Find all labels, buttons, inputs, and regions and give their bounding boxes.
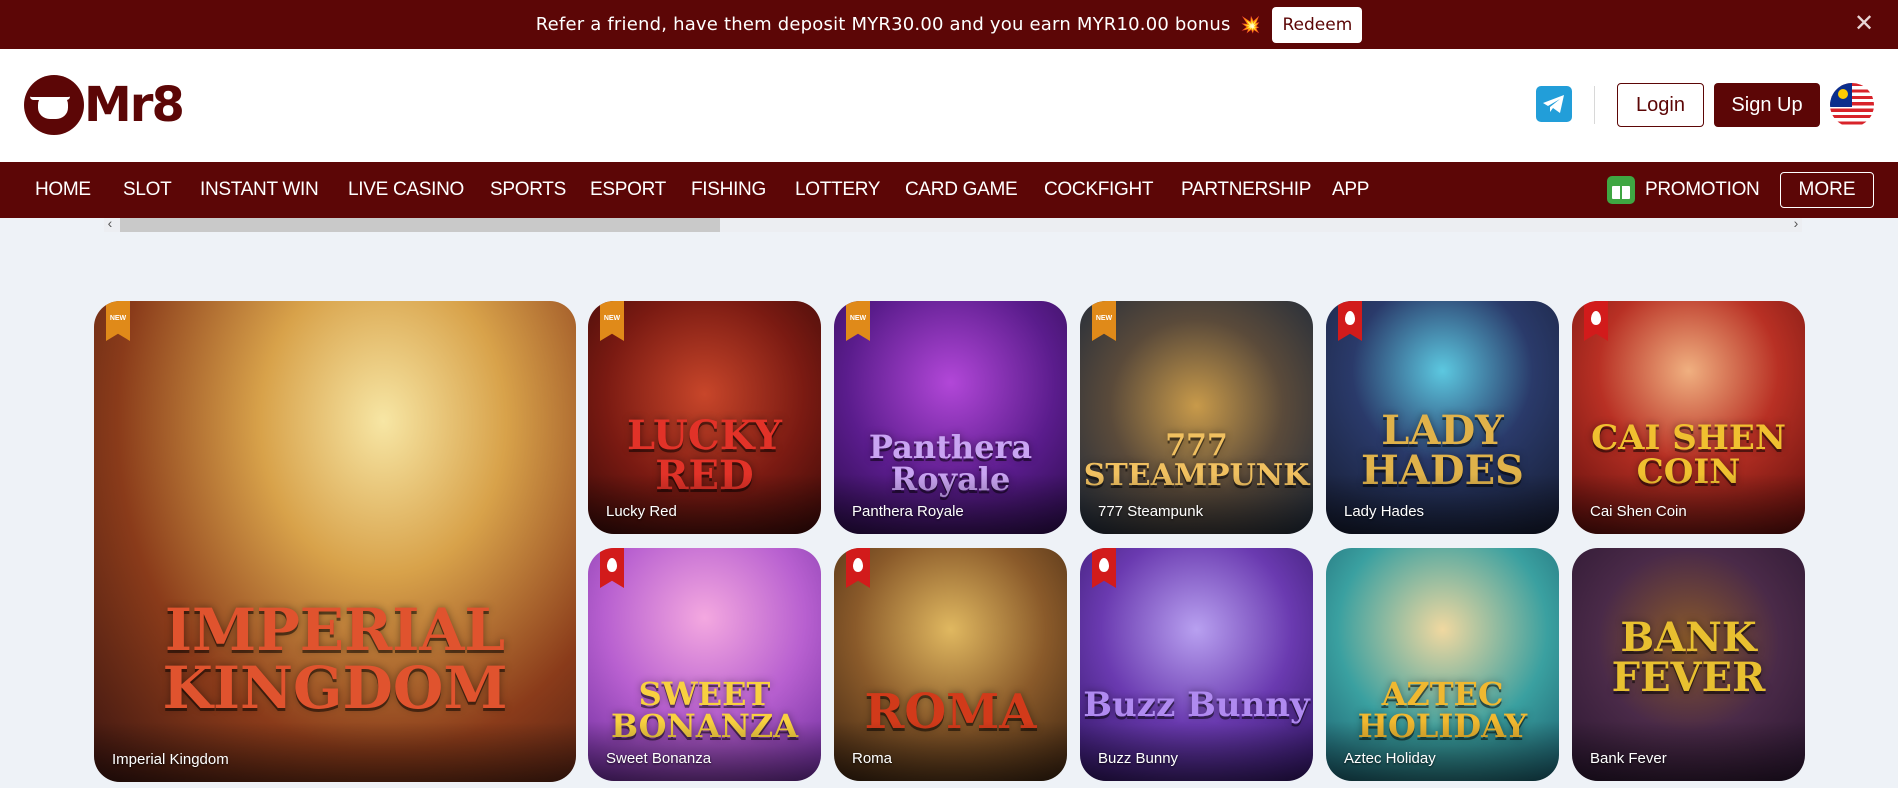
game-tile-sweet-bonanza[interactable]: SWEET BONANZA Sweet Bonanza bbox=[588, 548, 821, 781]
redeem-button[interactable]: Redeem bbox=[1272, 6, 1363, 43]
referral-banner: Refer a friend, have them deposit MYR30.… bbox=[0, 0, 1898, 49]
nav-fishing[interactable]: FISHING bbox=[691, 162, 766, 218]
game-art-text: Buzz Bunny bbox=[1083, 685, 1310, 725]
mascot-logo-icon bbox=[24, 75, 84, 135]
promotion-label: PROMOTION bbox=[1645, 179, 1760, 200]
nav-partnership[interactable]: PARTNERSHIP bbox=[1181, 162, 1311, 218]
game-title: Lady Hades bbox=[1344, 503, 1425, 520]
banner-message: Refer a friend, have them deposit MYR30.… bbox=[535, 14, 1231, 35]
more-button[interactable]: MORE bbox=[1780, 172, 1874, 208]
nav-promotion[interactable]: PROMOTION bbox=[1607, 162, 1760, 218]
close-icon[interactable]: ✕ bbox=[1852, 12, 1876, 36]
main-nav: HOME SLOT INSTANT WIN LIVE CASINO SPORTS… bbox=[0, 162, 1898, 218]
game-art-text: IMPERIAL KINGDOM bbox=[162, 596, 508, 722]
game-title: Roma bbox=[852, 750, 893, 767]
game-title: Buzz Bunny bbox=[1098, 750, 1179, 767]
game-tile-lucky-red[interactable]: LUCKY RED Lucky Red bbox=[588, 301, 821, 534]
game-tile-panthera-royale[interactable]: Panthera Royale Panthera Royale bbox=[834, 301, 1067, 534]
site-logo[interactable]: Mr8 bbox=[24, 75, 185, 135]
nav-lottery[interactable]: LOTTERY bbox=[795, 162, 880, 218]
nav-card-game[interactable]: CARD GAME bbox=[905, 162, 1018, 218]
nav-cockfight[interactable]: COCKFIGHT bbox=[1044, 162, 1153, 218]
gift-icon bbox=[1607, 176, 1635, 204]
game-tile-777-steampunk[interactable]: 777 STEAMPUNK 777 Steampunk bbox=[1080, 301, 1313, 534]
game-title: Panthera Royale bbox=[852, 503, 964, 520]
header-divider bbox=[1594, 86, 1595, 124]
scroll-right-icon[interactable]: › bbox=[1790, 215, 1802, 231]
nav-app[interactable]: APP bbox=[1332, 162, 1369, 218]
game-title: Lucky Red bbox=[606, 503, 677, 520]
logo-text: Mr8 bbox=[84, 77, 185, 133]
nav-slot[interactable]: SLOT bbox=[123, 162, 172, 218]
game-title: 777 Steampunk bbox=[1098, 503, 1204, 520]
telegram-icon[interactable] bbox=[1536, 86, 1572, 122]
game-title: Imperial Kingdom bbox=[112, 751, 229, 768]
login-button[interactable]: Login bbox=[1617, 83, 1704, 127]
game-title: Aztec Holiday bbox=[1344, 750, 1436, 767]
nav-esport[interactable]: ESPORT bbox=[590, 162, 666, 218]
game-art-text: BANK FEVER bbox=[1611, 614, 1766, 701]
nav-sports[interactable]: SPORTS bbox=[490, 162, 566, 218]
signup-button[interactable]: Sign Up bbox=[1714, 83, 1820, 127]
game-title: Cai Shen Coin bbox=[1590, 503, 1687, 520]
game-tile-roma[interactable]: ROMA Roma bbox=[834, 548, 1067, 781]
game-tile-imperial-kingdom[interactable]: IMPERIAL KINGDOM Imperial Kingdom bbox=[94, 301, 576, 782]
nav-scrollbar[interactable]: ‹ › bbox=[104, 215, 1802, 232]
scroll-left-icon[interactable]: ‹ bbox=[104, 215, 116, 231]
game-tile-cai-shen-coin[interactable]: CAI SHEN COIN Cai Shen Coin bbox=[1572, 301, 1805, 534]
scrollbar-thumb[interactable] bbox=[120, 218, 720, 232]
nav-live-casino[interactable]: LIVE CASINO bbox=[348, 162, 464, 218]
malaysia-flag-icon[interactable] bbox=[1830, 83, 1874, 127]
game-tile-lady-hades[interactable]: LADY HADES Lady Hades bbox=[1326, 301, 1559, 534]
nav-instant-win[interactable]: INSTANT WIN bbox=[200, 162, 319, 218]
game-title: Sweet Bonanza bbox=[606, 750, 712, 767]
game-tile-buzz-bunny[interactable]: Buzz Bunny Buzz Bunny bbox=[1080, 548, 1313, 781]
game-tile-aztec-holiday[interactable]: AZTEC HOLIDAY Aztec Holiday bbox=[1326, 548, 1559, 781]
game-tile-bank-fever[interactable]: BANK FEVER Bank Fever bbox=[1572, 548, 1805, 781]
spark-icon: 💥 bbox=[1240, 16, 1261, 34]
site-header: Mr8 Login Sign Up bbox=[0, 49, 1898, 162]
nav-home[interactable]: HOME bbox=[35, 162, 91, 218]
game-title: Bank Fever bbox=[1590, 750, 1667, 767]
